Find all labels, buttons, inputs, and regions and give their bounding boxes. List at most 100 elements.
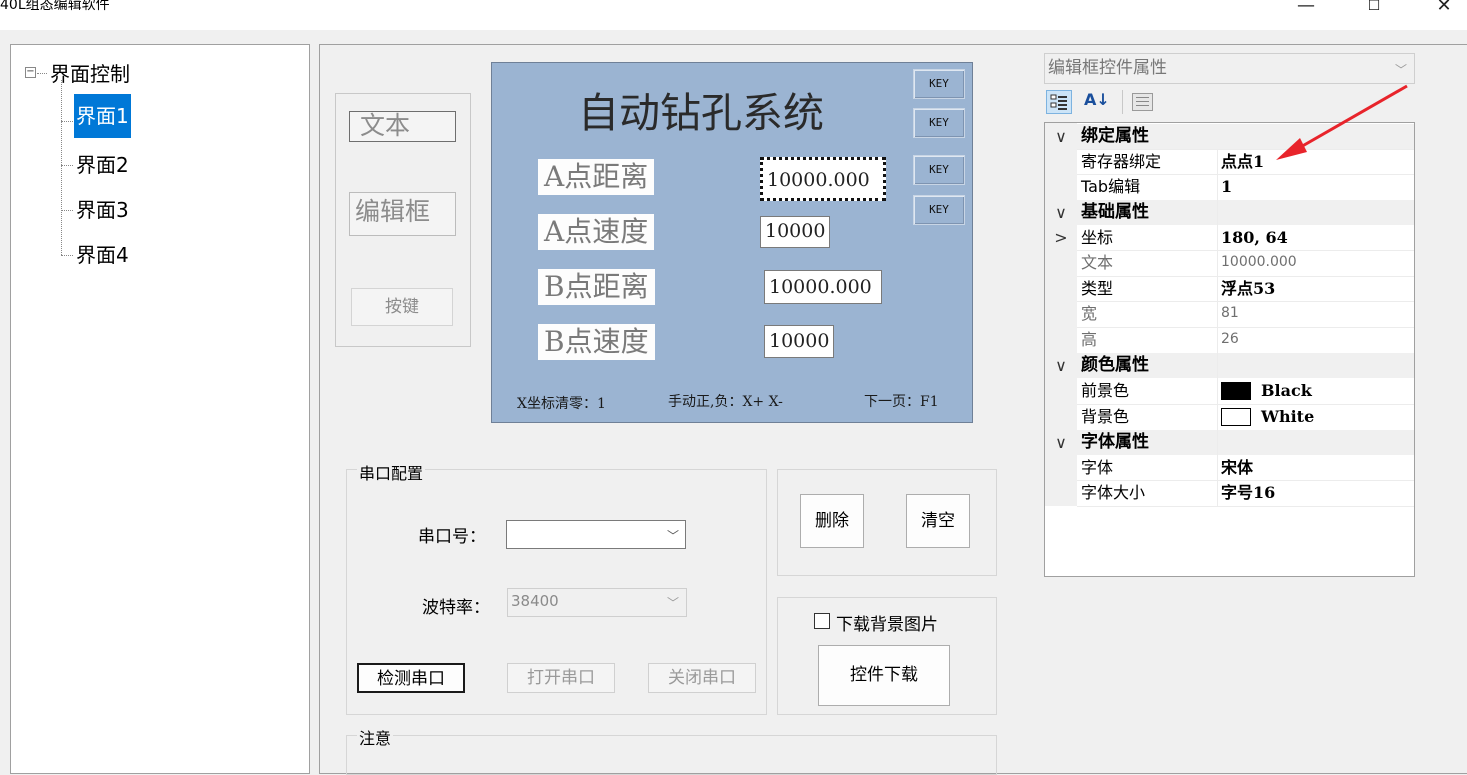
canvas-input-a-distance[interactable]: 10000.000 [760,157,886,201]
tree-root-label[interactable]: 界面控制 [50,59,130,89]
property-category-color[interactable]: ∨ 颜色属性 [1045,353,1414,378]
property-name: 类型 [1081,279,1114,298]
palette-button-tool[interactable]: 按键 [351,288,453,326]
annotation-arrow [1276,84,1408,160]
canvas-footer-reset-x[interactable]: X坐标清零：1 [517,393,606,413]
canvas-label-a-distance[interactable]: A点距离 [538,159,655,195]
alphabetical-sort-icon[interactable]: A↓ [1084,88,1110,112]
property-value[interactable]: 点点1 [1221,149,1264,174]
property-value[interactable]: 浮点53 [1221,276,1275,301]
category-name: 基础属性 [1081,202,1149,222]
property-name: 寄存器绑定 [1081,152,1162,171]
property-name: 背景色 [1081,407,1130,426]
property-value[interactable]: Black [1261,378,1312,403]
property-value: 10000.000 [1221,254,1297,270]
tree-connector [37,73,47,74]
close-port-button[interactable]: 关闭串口 [648,663,756,693]
property-value[interactable]: 字号16 [1221,480,1275,505]
palette-text-tool[interactable]: 文本 [349,111,456,142]
property-category-basic[interactable]: ∨ 基础属性 [1045,200,1414,225]
tree-connector [61,80,62,255]
tree-connector [61,210,73,211]
close-button[interactable]: ✕ [1429,0,1459,20]
property-value[interactable]: 180, 64 [1221,225,1288,250]
property-name: Tab编辑 [1081,177,1141,196]
property-name: 高 [1081,330,1098,349]
tree-item-screen-3[interactable]: 界面3 [76,195,129,225]
property-row-font-size[interactable]: 字体大小 字号16 [1045,480,1414,505]
property-category-font[interactable]: ∨ 字体属性 [1045,430,1414,455]
serial-config-legend: 串口配置 [357,460,426,484]
collapse-icon[interactable]: − [25,67,36,78]
tree-item-screen-4[interactable]: 界面4 [76,240,129,270]
object-selector-value: 编辑框控件属性 [1048,58,1167,78]
property-name: 坐标 [1081,228,1114,247]
canvas-label-a-speed[interactable]: A点速度 [538,214,655,250]
property-row-background[interactable]: 背景色 White [1045,404,1414,429]
download-bg-label[interactable]: 下载背景图片 [836,610,938,635]
delete-button[interactable]: 删除 [800,494,864,548]
minimize-button[interactable]: — [1291,0,1321,20]
property-row-foreground[interactable]: 前景色 Black [1045,378,1414,403]
open-port-button[interactable]: 打开串口 [507,663,615,693]
canvas-footer-jog[interactable]: 手动正,负：X+ X- [668,391,783,411]
canvas-footer-next-page[interactable]: 下一页：F1 [864,391,939,411]
property-row-height[interactable]: 高 26 [1045,327,1414,352]
collapse-chevron-icon[interactable]: ∨ [1045,124,1077,149]
property-value[interactable]: 宋体 [1221,455,1253,480]
title-bar: 40L组态编辑软件 — ☐ ✕ [0,0,1467,30]
expand-chevron-icon[interactable]: > [1045,225,1077,250]
property-row-tab-edit[interactable]: Tab编辑 1 [1045,174,1414,199]
property-pages-icon[interactable] [1132,93,1153,111]
property-row-type[interactable]: 类型 浮点53 [1045,276,1414,301]
property-name: 字体大小 [1081,483,1146,502]
canvas-key-button-4[interactable]: KEY [913,195,965,225]
collapse-chevron-icon[interactable]: ∨ [1045,200,1077,225]
collapse-chevron-icon[interactable]: ∨ [1045,430,1077,455]
collapse-chevron-icon[interactable]: ∨ [1045,353,1077,378]
baud-select-value: 38400 [511,592,559,610]
detect-port-button[interactable]: 检测串口 [357,663,465,693]
chevron-down-icon: ﹀ [667,529,680,543]
canvas-input-b-speed[interactable]: 10000 [764,325,834,358]
property-grid-column-divider [1217,149,1218,506]
tree-item-screen-1[interactable]: 界面1 [74,94,131,138]
tree-connector [61,165,73,166]
maximize-button[interactable]: ☐ [1359,0,1389,20]
toolbar-divider [1122,90,1123,114]
canvas-title[interactable]: 自动钻孔系统 [578,79,824,139]
download-controls-button[interactable]: 控件下载 [818,645,950,706]
property-name: 宽 [1081,304,1098,323]
property-grid: ∨ 绑定属性 寄存器绑定 点点1 Tab编辑 1 ∨ 基础属性 > 坐标 180… [1044,122,1415,577]
color-swatch-background [1221,408,1251,426]
tree-item-screen-2[interactable]: 界面2 [76,150,129,180]
download-bg-checkbox[interactable] [814,613,830,629]
canvas-label-b-speed[interactable]: B点速度 [538,324,655,360]
categorized-icon[interactable] [1046,90,1072,114]
property-value[interactable]: White [1261,404,1314,429]
canvas-label-b-distance[interactable]: B点距离 [538,269,655,305]
property-value[interactable]: 1 [1221,174,1232,199]
canvas-input-b-distance[interactable]: 10000.000 [764,270,882,304]
baud-select[interactable]: 38400 ﹀ [507,588,687,617]
canvas-key-button-2[interactable]: KEY [913,108,965,138]
canvas-input-a-speed[interactable]: 10000 [760,216,830,248]
baud-label: 波特率： [422,598,490,618]
property-row-position[interactable]: > 坐标 180, 64 [1045,225,1414,250]
color-swatch-foreground [1221,382,1251,400]
clear-button[interactable]: 清空 [906,494,970,548]
notes-group [346,735,997,775]
window-title: 40L组态编辑软件 [0,0,110,13]
property-row-text[interactable]: 文本 10000.000 [1045,250,1414,275]
property-row-font[interactable]: 字体 宋体 [1045,455,1414,480]
canvas-key-button-3[interactable]: KEY [913,155,965,185]
canvas-key-button-1[interactable]: KEY [913,69,965,99]
property-name: 文本 [1081,253,1114,272]
property-value: 26 [1221,331,1239,347]
notes-legend: 注意 [357,725,394,749]
property-row-width[interactable]: 宽 81 [1045,301,1414,326]
category-name: 颜色属性 [1081,355,1149,375]
palette-editbox-tool[interactable]: 编辑框 [349,192,456,236]
category-name: 绑定属性 [1081,126,1149,146]
port-select[interactable]: ﹀ [506,520,686,549]
